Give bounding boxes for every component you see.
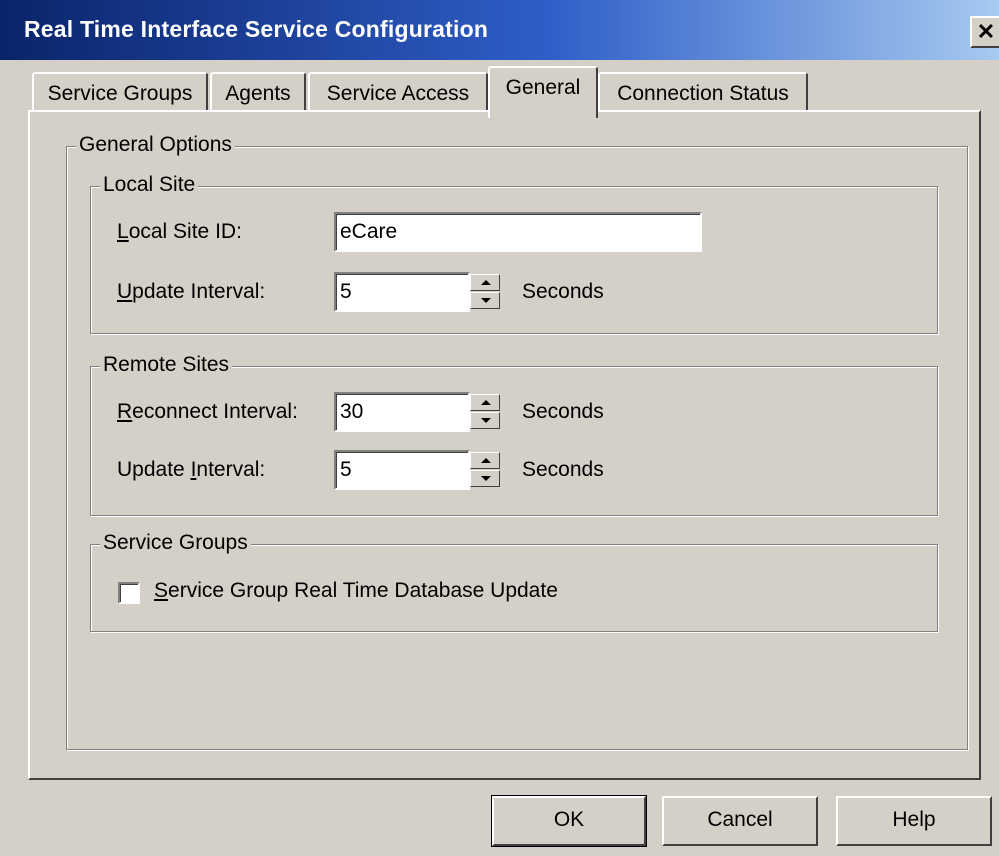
reconnect-interval-input[interactable]: 30 bbox=[334, 392, 470, 432]
arrow-down-icon bbox=[481, 298, 491, 303]
reconnect-interval-unit: Seconds bbox=[522, 400, 604, 423]
arrow-up-icon bbox=[481, 400, 491, 405]
cancel-button[interactable]: Cancel bbox=[662, 796, 818, 846]
remote-sites-group bbox=[90, 366, 938, 516]
rt-db-update-label[interactable]: Service Group Real Time Database Update bbox=[154, 579, 558, 603]
reconnect-interval-spinner[interactable] bbox=[470, 394, 500, 430]
rt-db-update-checkbox[interactable] bbox=[118, 582, 140, 604]
local-update-interval-label: Update Interval: bbox=[117, 280, 266, 303]
title-bar: Real Time Interface Service Configuratio… bbox=[0, 0, 999, 60]
remote-update-interval-input[interactable]: 5 bbox=[334, 450, 470, 490]
tab-label: Connection Status bbox=[617, 82, 789, 105]
tab-general[interactable]: General bbox=[488, 66, 598, 118]
spin-up-button[interactable] bbox=[470, 274, 500, 291]
tab-label: General bbox=[505, 76, 581, 99]
ok-button[interactable]: OK bbox=[491, 795, 647, 847]
spin-up-button[interactable] bbox=[470, 452, 500, 469]
tab-label: Service Access bbox=[326, 82, 470, 105]
tab-connection-status[interactable]: Connection Status bbox=[598, 72, 808, 112]
spin-down-button[interactable] bbox=[470, 412, 500, 429]
tab-service-access[interactable]: Service Access bbox=[308, 72, 488, 112]
spin-down-button[interactable] bbox=[470, 470, 500, 487]
reconnect-interval-label: Reconnect Interval: bbox=[117, 400, 298, 423]
tab-label: Service Groups bbox=[47, 82, 193, 105]
tab-label: Agents bbox=[225, 82, 291, 105]
service-groups-legend: Service Groups bbox=[100, 531, 251, 555]
local-site-group bbox=[90, 186, 938, 334]
close-icon: ✕ bbox=[976, 19, 996, 44]
remote-sites-legend: Remote Sites bbox=[100, 353, 233, 377]
arrow-up-icon bbox=[481, 458, 491, 463]
arrow-up-icon bbox=[481, 280, 491, 285]
local-site-id-label: Local Site ID: bbox=[117, 220, 242, 243]
spin-up-button[interactable] bbox=[470, 394, 500, 411]
tab-page-general: General Options Local Site Local Site ID… bbox=[28, 110, 981, 780]
window-title: Real Time Interface Service Configuratio… bbox=[24, 16, 489, 42]
remote-update-interval-unit: Seconds bbox=[522, 458, 604, 481]
general-options-legend: General Options bbox=[76, 133, 235, 157]
help-button[interactable]: Help bbox=[836, 796, 992, 846]
local-site-legend: Local Site bbox=[100, 173, 199, 197]
local-update-interval-unit: Seconds bbox=[522, 280, 604, 303]
local-update-interval-spinner[interactable] bbox=[470, 274, 500, 310]
tab-service-groups[interactable]: Service Groups bbox=[32, 72, 208, 112]
local-site-id-input[interactable]: eCare bbox=[334, 212, 702, 252]
remote-update-interval-spinner[interactable] bbox=[470, 452, 500, 488]
arrow-down-icon bbox=[481, 418, 491, 423]
arrow-down-icon bbox=[481, 476, 491, 481]
local-update-interval-input[interactable]: 5 bbox=[334, 272, 470, 312]
close-button[interactable]: ✕ bbox=[970, 16, 999, 48]
remote-update-interval-label: Update Interval: bbox=[117, 458, 266, 481]
tab-agents[interactable]: Agents bbox=[210, 72, 306, 112]
spin-down-button[interactable] bbox=[470, 292, 500, 309]
